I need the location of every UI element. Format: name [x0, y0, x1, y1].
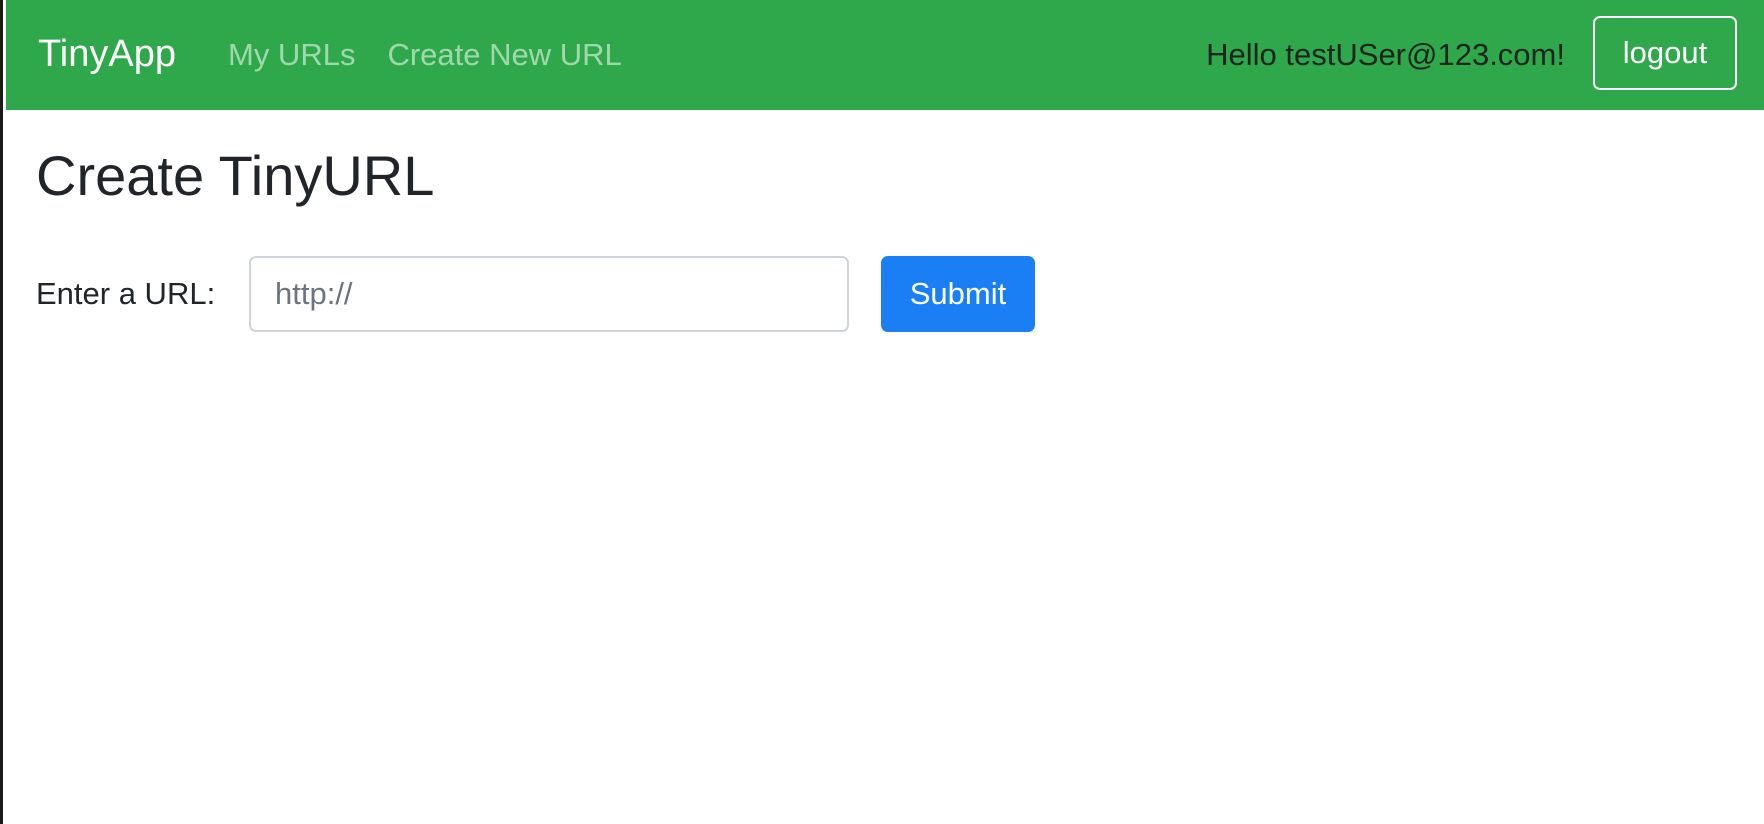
- url-input[interactable]: [249, 256, 849, 332]
- user-greeting: Hello testUSer@123.com!: [1206, 37, 1565, 72]
- nav-link-create-new-url[interactable]: Create New URL: [387, 35, 621, 75]
- create-url-form: Enter a URL: Submit: [36, 256, 1035, 332]
- url-label: Enter a URL:: [36, 276, 216, 311]
- submit-button[interactable]: Submit: [881, 256, 1035, 332]
- brand-link[interactable]: TinyApp: [38, 32, 176, 76]
- browser-viewport: TinyApp My URLs Create New URL Hello tes…: [0, 0, 1764, 824]
- nav-link-my-urls[interactable]: My URLs: [228, 35, 355, 75]
- page-title: Create TinyURL: [36, 144, 435, 207]
- logout-button[interactable]: logout: [1593, 16, 1737, 90]
- nav-links: My URLs Create New URL: [228, 35, 622, 75]
- top-navbar: TinyApp My URLs Create New URL Hello tes…: [6, 0, 1764, 110]
